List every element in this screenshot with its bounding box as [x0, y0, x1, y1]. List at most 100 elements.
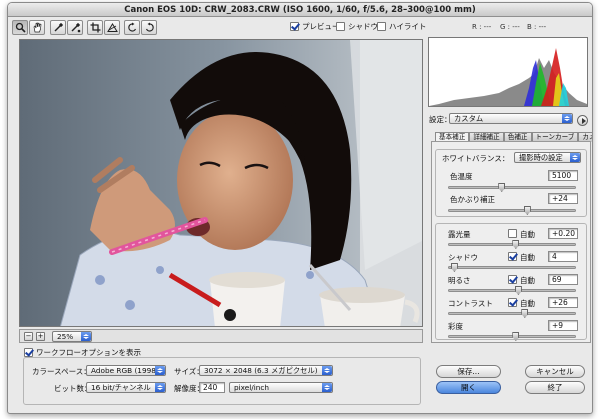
zoom-in-button[interactable]: + [36, 332, 45, 341]
slider-thumb[interactable] [450, 263, 458, 272]
resolution-unit-value: pixel/inch [234, 383, 270, 392]
chevron-updown-icon [562, 114, 572, 123]
auto-checkbox[interactable] [508, 298, 517, 307]
tint-label: 色かぶり補正 [450, 195, 495, 204]
zoom-tool-icon[interactable] [12, 20, 28, 35]
b-readout: B : --- [527, 23, 547, 31]
zoom-select[interactable]: 25% [52, 331, 92, 342]
depth-select[interactable]: 16 bit/チャンネル [86, 382, 166, 393]
colorspace-label: カラースペース： [32, 367, 91, 376]
auto-checkbox[interactable] [508, 275, 517, 284]
done-button[interactable]: 終了 [525, 381, 585, 394]
adjustment-field[interactable]: 4 [548, 251, 578, 262]
histogram-graph [429, 38, 587, 106]
highlights-label: ハイライト [389, 22, 427, 31]
zoom-out-button[interactable]: − [24, 332, 33, 341]
size-select[interactable]: 3072 × 2048 (6.3 メガピクセル) [199, 365, 333, 376]
auto-checkbox[interactable] [508, 229, 517, 238]
tint-slider-thumb[interactable] [523, 206, 531, 215]
temperature-slider[interactable] [448, 183, 576, 192]
colorspace-select[interactable]: Adobe RGB (1998) [86, 365, 166, 376]
settings-select[interactable]: カスタム [449, 113, 573, 124]
slider-track [448, 335, 576, 338]
slider-track [448, 243, 576, 246]
adjustment-label: 明るさ [448, 276, 471, 285]
auto-label: 自動 [520, 230, 535, 239]
auto-label: 自動 [520, 299, 535, 308]
auto-checkbox[interactable] [508, 252, 517, 261]
slider-thumb[interactable] [512, 240, 520, 249]
resolution-unit-select[interactable]: pixel/inch [229, 382, 333, 393]
raw-dialog-window: Canon EOS 10D: CRW_2083.CRW (ISO 1600, 1… [7, 2, 593, 414]
white-balance-value: 撮影時の設定 [519, 153, 563, 162]
straighten-tool-icon[interactable] [104, 20, 120, 35]
white-balance-label: ホワイトバランス： [442, 154, 510, 163]
highlights-option[interactable]: ハイライト [377, 21, 426, 32]
adjustment-field[interactable]: +26 [548, 297, 578, 308]
colorspace-value: Adobe RGB (1998) [91, 366, 159, 375]
adjustment-field[interactable]: +0.20 [548, 228, 578, 239]
preview-checkbox[interactable] [290, 22, 299, 31]
temperature-label: 色温度 [450, 172, 473, 181]
window-title: Canon EOS 10D: CRW_2083.CRW (ISO 1600, 1… [8, 3, 592, 17]
adjustment-field[interactable]: 69 [548, 274, 578, 285]
shadows-option[interactable]: シャドウ [336, 21, 378, 32]
slider-thumb[interactable] [514, 286, 522, 295]
open-button[interactable]: 開く [436, 381, 501, 394]
temperature-slider-thumb[interactable] [498, 183, 506, 192]
slider-thumb[interactable] [512, 332, 520, 341]
highlights-checkbox[interactable] [377, 22, 386, 31]
r-readout: R : --- [472, 23, 492, 31]
depth-value: 16 bit/チャンネル [91, 383, 151, 392]
adjustment-label: シャドウ [448, 253, 478, 262]
shadows-label: シャドウ [348, 22, 378, 31]
adjustment-slider[interactable] [448, 286, 576, 295]
chevron-updown-icon [155, 366, 165, 375]
chevron-updown-icon [155, 383, 165, 392]
slider-track [448, 289, 576, 292]
white-balance-select[interactable]: 撮影時の設定 [514, 152, 581, 163]
rotate-left-icon[interactable] [124, 20, 140, 35]
auto-label: 自動 [520, 253, 535, 262]
color-sampler-icon[interactable] [67, 20, 83, 35]
chevron-updown-icon [570, 153, 580, 162]
adjustment-slider[interactable] [448, 240, 576, 249]
chevron-updown-icon [322, 383, 332, 392]
shadows-checkbox[interactable] [336, 22, 345, 31]
settings-value: カスタム [454, 114, 484, 123]
tint-field[interactable]: +24 [548, 193, 578, 204]
slider-thumb[interactable] [521, 309, 529, 318]
image-preview[interactable] [19, 39, 423, 327]
adjustment-label: 露光量 [448, 230, 471, 239]
adjustment-label: コントラスト [448, 299, 493, 308]
white-balance-eyedropper-icon[interactable] [50, 20, 66, 35]
preview-option[interactable]: プレビュー [290, 21, 340, 32]
adjustment-field[interactable]: +9 [548, 320, 578, 331]
zoom-value: 25% [57, 332, 74, 341]
slider-track [448, 312, 576, 315]
basic-panel: ホワイトバランス： 撮影時の設定 色温度 5100 色かぶり補正 +24 露光量… [431, 141, 591, 343]
white-balance-group: ホワイトバランス： 撮影時の設定 色温度 5100 色かぶり補正 +24 [435, 149, 587, 217]
workflow-options: ワークフローオプションを表示 カラースペース： Adobe RGB (1998)… [19, 345, 423, 409]
temperature-field[interactable]: 5100 [548, 170, 578, 181]
photo-image [20, 40, 422, 326]
histogram [428, 37, 588, 107]
tint-slider[interactable] [448, 206, 576, 215]
rotate-right-icon[interactable] [141, 20, 157, 35]
g-readout: G : --- [500, 23, 520, 31]
chevron-updown-icon [81, 332, 91, 341]
adjustment-slider[interactable] [448, 263, 576, 272]
preview-label: プレビュー [302, 22, 340, 31]
resolution-field[interactable]: 240 [199, 382, 225, 393]
save-button[interactable]: 保存... [436, 365, 501, 378]
zoom-bar: − + 25% [19, 329, 423, 343]
hand-tool-icon[interactable] [29, 20, 45, 35]
auto-label: 自動 [520, 276, 535, 285]
cancel-button[interactable]: キャンセル [525, 365, 585, 378]
workflow-checkbox[interactable] [24, 348, 33, 357]
adjustment-label: 彩度 [448, 322, 463, 331]
crop-tool-icon[interactable] [87, 20, 103, 35]
adjustment-slider[interactable] [448, 332, 576, 341]
adjustment-slider[interactable] [448, 309, 576, 318]
settings-menu-icon[interactable] [577, 115, 588, 126]
